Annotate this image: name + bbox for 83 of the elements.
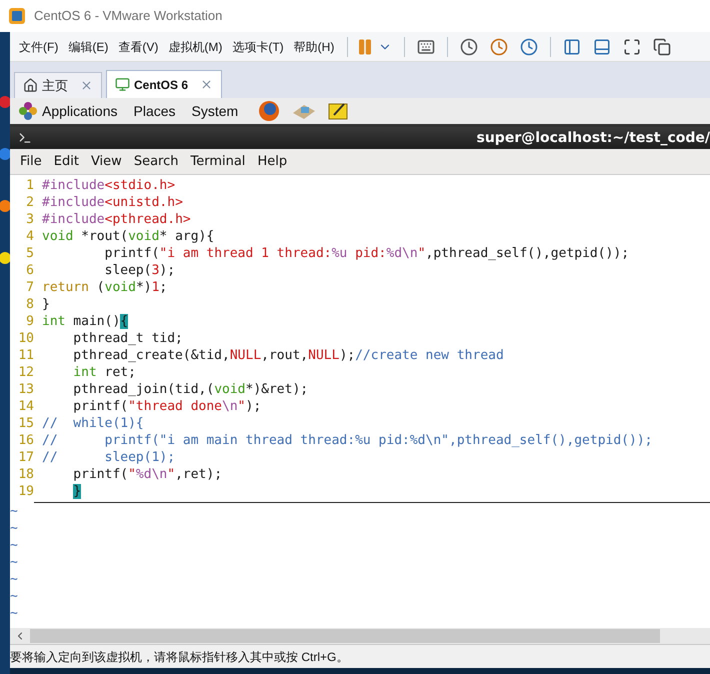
window-title: CentOS 6 - VMware Workstation <box>34 7 222 26</box>
sidebar-icon[interactable] <box>563 38 582 56</box>
scrollbar-thumb[interactable] <box>30 629 660 643</box>
line-number: 17 <box>17 449 35 466</box>
copy-icon[interactable] <box>653 38 672 56</box>
tab[interactable]: CentOS 6 <box>106 70 222 98</box>
menu-item[interactable]: 虚拟机(M) <box>163 34 228 60</box>
line-number: 15 <box>17 415 35 432</box>
line-number: 2 <box>25 194 35 211</box>
code-line: #include<stdio.h> <box>42 177 176 194</box>
line-number: 5 <box>25 245 35 262</box>
terminal-menu-item[interactable]: File <box>14 152 48 172</box>
terminal-menu-item[interactable]: View <box>84 152 128 172</box>
panel-menu-item[interactable]: Places <box>134 100 176 122</box>
panel-menu-item[interactable]: Applications <box>42 100 118 122</box>
terminal-menu-item[interactable]: Help <box>251 152 294 172</box>
tilde: ~ <box>10 520 18 537</box>
note-icon[interactable] <box>328 101 348 121</box>
code-line: void *rout(void* arg){ <box>42 228 214 245</box>
code-line: #include<unistd.h> <box>42 194 183 211</box>
code-line: #include<pthread.h> <box>42 211 191 228</box>
code-line: printf("%d\n",ret); <box>72 466 222 483</box>
menu-item[interactable]: 选项卡(T) <box>227 34 289 60</box>
home-icon <box>23 78 38 93</box>
menu-item[interactable]: 编辑(E) <box>63 34 114 60</box>
line-number: 11 <box>17 347 35 364</box>
code-line: int ret; <box>72 364 136 381</box>
flower-logo-icon <box>18 101 38 121</box>
tilde: ~ <box>10 537 18 554</box>
line-number: 4 <box>25 228 35 245</box>
line-number: 10 <box>17 330 35 347</box>
tilde: ~ <box>10 503 18 520</box>
line-number: 13 <box>17 381 35 398</box>
clock-icon[interactable] <box>490 38 508 56</box>
terminal-title: super@localhost:~/test_code/ <box>476 128 710 148</box>
status-text: 要将输入定向到该虚拟机，请将鼠标指针移入其中或按 Ctrl+G。 <box>10 648 348 666</box>
tab[interactable]: 主页 <box>14 72 102 98</box>
terminal-menu-item[interactable]: Terminal <box>184 152 252 172</box>
close-icon[interactable] <box>80 79 93 92</box>
terminal-icon <box>18 131 32 145</box>
line-number: 19 <box>17 483 35 500</box>
tilde: ~ <box>10 605 18 622</box>
terminal-menu-item[interactable]: Edit <box>48 152 85 172</box>
code-line: pthread_t tid; <box>72 330 183 347</box>
tilde: ~ <box>10 571 18 588</box>
line-number: 1 <box>25 177 35 194</box>
code-line: pthread_join(tid,(void*)&ret); <box>72 381 308 398</box>
horizontal-scrollbar[interactable] <box>10 628 710 644</box>
line-number: 6 <box>25 262 35 279</box>
code-line: printf("thread done\n"); <box>72 398 262 415</box>
code-line: // sleep(1); <box>42 449 176 466</box>
vm-icon <box>115 77 130 92</box>
tilde: ~ <box>10 588 18 605</box>
code-line: } <box>42 296 50 313</box>
fullscreen-icon[interactable] <box>623 38 642 56</box>
line-number: 3 <box>25 211 35 228</box>
keyboard-icon[interactable] <box>417 38 436 56</box>
code-line: pthread_create(&tid,NULL,rout,NULL);//create new thread <box>72 347 504 364</box>
globe-icon[interactable] <box>258 100 280 122</box>
line-number: 14 <box>17 398 35 415</box>
line-number: 7 <box>25 279 35 296</box>
menu-item[interactable]: 帮助(H) <box>288 34 340 60</box>
panel-menu-item[interactable]: System <box>192 100 238 122</box>
line-number: 9 <box>25 313 35 330</box>
code-line: sleep(3); <box>104 262 176 279</box>
tilde: ~ <box>10 554 18 571</box>
code-line: // while(1){ <box>42 415 144 432</box>
line-number: 12 <box>17 364 35 381</box>
code-line: int main(){ <box>42 313 128 330</box>
menu-item[interactable]: 文件(F) <box>14 34 64 60</box>
clock-icon[interactable] <box>460 38 478 56</box>
menu-item[interactable]: 查看(V) <box>113 34 164 60</box>
line-number: 8 <box>25 296 35 313</box>
code-line: printf("i am thread 1 thread:%u pid:%d\n",pthread_self(),getpid()); <box>104 245 630 262</box>
code-line: // printf("i am main thread thread:%u pid:%d\n",pthread_self(),getpid()); <box>42 432 652 449</box>
close-icon[interactable] <box>200 78 214 91</box>
code-line: return (void*)1; <box>42 279 168 296</box>
terminal-menu-item[interactable]: Search <box>128 152 184 172</box>
line-number: 18 <box>17 466 35 483</box>
panel-icon[interactable] <box>593 38 612 56</box>
app-logo-icon <box>8 7 26 25</box>
line-number: 16 <box>17 432 35 449</box>
clock-icon[interactable] <box>520 38 538 56</box>
